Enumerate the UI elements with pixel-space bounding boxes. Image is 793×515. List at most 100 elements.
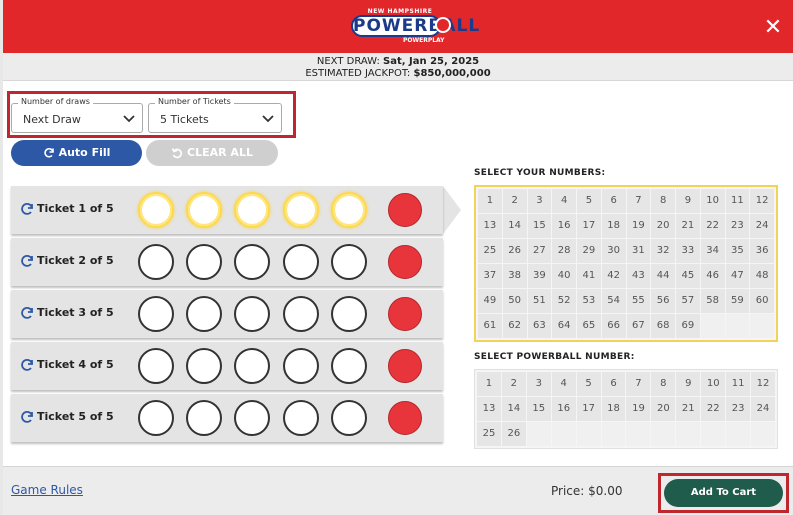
number-cell[interactable]: 8 xyxy=(651,189,675,213)
number-cell[interactable]: 36 xyxy=(750,239,774,263)
number-of-tickets-select[interactable]: Number of Tickets 5 Tickets xyxy=(148,97,282,133)
number-cell[interactable]: 2 xyxy=(502,189,527,213)
number-cell[interactable]: 63 xyxy=(527,314,552,338)
number-slot[interactable] xyxy=(186,348,222,384)
number-cell[interactable]: 12 xyxy=(750,189,774,213)
number-cell[interactable]: 18 xyxy=(601,397,626,421)
number-cell[interactable]: 18 xyxy=(601,214,626,238)
number-slot[interactable] xyxy=(283,348,319,384)
game-rules-link[interactable]: Game Rules xyxy=(11,483,83,497)
number-cell[interactable]: 17 xyxy=(577,214,601,238)
number-cell[interactable]: 53 xyxy=(577,289,601,313)
number-slot[interactable] xyxy=(331,400,367,436)
refresh-icon[interactable] xyxy=(20,410,34,424)
number-cell[interactable]: 22 xyxy=(700,214,725,238)
number-cell[interactable]: 6 xyxy=(601,372,626,396)
number-cell[interactable]: 12 xyxy=(751,372,775,396)
number-slot[interactable] xyxy=(186,244,222,280)
number-cell[interactable]: 48 xyxy=(750,264,774,288)
number-cell[interactable]: 26 xyxy=(502,239,527,263)
number-cell[interactable]: 7 xyxy=(626,189,651,213)
number-cell[interactable]: 51 xyxy=(527,289,552,313)
number-slot[interactable] xyxy=(138,192,174,228)
number-slot[interactable] xyxy=(234,192,270,228)
number-cell[interactable]: 1 xyxy=(477,372,501,396)
number-cell[interactable]: 8 xyxy=(651,372,676,396)
number-slot[interactable] xyxy=(283,400,319,436)
number-cell[interactable]: 57 xyxy=(676,289,700,313)
ticket-row[interactable]: Ticket 2 of 5 xyxy=(11,238,443,286)
powerball-slot[interactable] xyxy=(388,349,422,383)
number-cell[interactable]: 16 xyxy=(551,397,576,421)
number-cell[interactable]: 24 xyxy=(750,214,774,238)
number-cell[interactable]: 16 xyxy=(552,214,576,238)
refresh-icon[interactable] xyxy=(20,306,34,320)
number-cell[interactable]: 40 xyxy=(552,264,576,288)
number-cell[interactable]: 11 xyxy=(725,189,750,213)
number-cell[interactable]: 19 xyxy=(626,397,651,421)
number-cell[interactable]: 29 xyxy=(577,239,601,263)
number-cell[interactable]: 47 xyxy=(725,264,750,288)
number-cell[interactable]: 13 xyxy=(477,397,501,421)
number-cell[interactable]: 41 xyxy=(577,264,601,288)
number-cell[interactable]: 5 xyxy=(576,372,601,396)
number-cell[interactable]: 46 xyxy=(700,264,725,288)
number-cell[interactable]: 6 xyxy=(601,189,626,213)
number-cell[interactable]: 64 xyxy=(552,314,576,338)
number-cell[interactable]: 38 xyxy=(502,264,527,288)
number-cell[interactable]: 50 xyxy=(502,289,527,313)
number-cell[interactable]: 34 xyxy=(700,239,725,263)
number-slot[interactable] xyxy=(186,296,222,332)
number-cell[interactable]: 9 xyxy=(676,372,701,396)
number-cell[interactable]: 45 xyxy=(676,264,700,288)
number-cell[interactable]: 25 xyxy=(477,422,501,446)
number-cell[interactable]: 23 xyxy=(726,397,751,421)
number-cell[interactable]: 7 xyxy=(626,372,651,396)
ticket-row[interactable]: Ticket 5 of 5 xyxy=(11,394,443,442)
number-cell[interactable]: 35 xyxy=(725,239,750,263)
number-cell[interactable]: 44 xyxy=(651,264,675,288)
number-slot[interactable] xyxy=(234,348,270,384)
number-cell[interactable]: 25 xyxy=(478,239,502,263)
number-cell[interactable]: 1 xyxy=(478,189,502,213)
refresh-icon[interactable] xyxy=(20,202,34,216)
number-cell[interactable]: 49 xyxy=(478,289,502,313)
number-cell[interactable]: 60 xyxy=(750,289,774,313)
number-cell[interactable]: 62 xyxy=(502,314,527,338)
number-cell[interactable]: 39 xyxy=(527,264,552,288)
close-icon[interactable]: ✕ xyxy=(761,16,785,40)
number-cell[interactable]: 2 xyxy=(501,372,526,396)
number-of-draws-select[interactable]: Number of draws Next Draw xyxy=(11,97,143,133)
number-cell[interactable]: 19 xyxy=(626,214,651,238)
number-slot[interactable] xyxy=(331,348,367,384)
number-cell[interactable]: 21 xyxy=(676,214,700,238)
number-cell[interactable]: 65 xyxy=(577,314,601,338)
add-to-cart-button[interactable]: Add To Cart xyxy=(664,479,783,507)
number-cell[interactable]: 5 xyxy=(577,189,601,213)
number-cell[interactable]: 33 xyxy=(676,239,700,263)
number-cell[interactable]: 14 xyxy=(502,214,527,238)
number-cell[interactable]: 28 xyxy=(552,239,576,263)
number-cell[interactable]: 31 xyxy=(626,239,651,263)
number-cell[interactable]: 69 xyxy=(676,314,700,338)
number-cell[interactable]: 20 xyxy=(651,214,675,238)
number-cell[interactable]: 30 xyxy=(601,239,626,263)
number-slot[interactable] xyxy=(186,192,222,228)
number-slot[interactable] xyxy=(138,244,174,280)
number-cell[interactable]: 22 xyxy=(701,397,726,421)
number-cell[interactable]: 3 xyxy=(527,189,552,213)
auto-fill-button[interactable]: Auto Fill xyxy=(11,140,142,166)
number-slot[interactable] xyxy=(234,296,270,332)
number-cell[interactable]: 24 xyxy=(751,397,775,421)
number-cell[interactable]: 27 xyxy=(527,239,552,263)
number-cell[interactable]: 10 xyxy=(701,372,726,396)
number-cell[interactable]: 14 xyxy=(501,397,526,421)
number-cell[interactable]: 20 xyxy=(651,397,676,421)
number-cell[interactable]: 67 xyxy=(626,314,651,338)
refresh-icon[interactable] xyxy=(20,254,34,268)
number-cell[interactable]: 43 xyxy=(626,264,651,288)
number-slot[interactable] xyxy=(138,296,174,332)
number-cell[interactable]: 66 xyxy=(601,314,626,338)
number-cell[interactable]: 55 xyxy=(626,289,651,313)
number-slot[interactable] xyxy=(234,400,270,436)
